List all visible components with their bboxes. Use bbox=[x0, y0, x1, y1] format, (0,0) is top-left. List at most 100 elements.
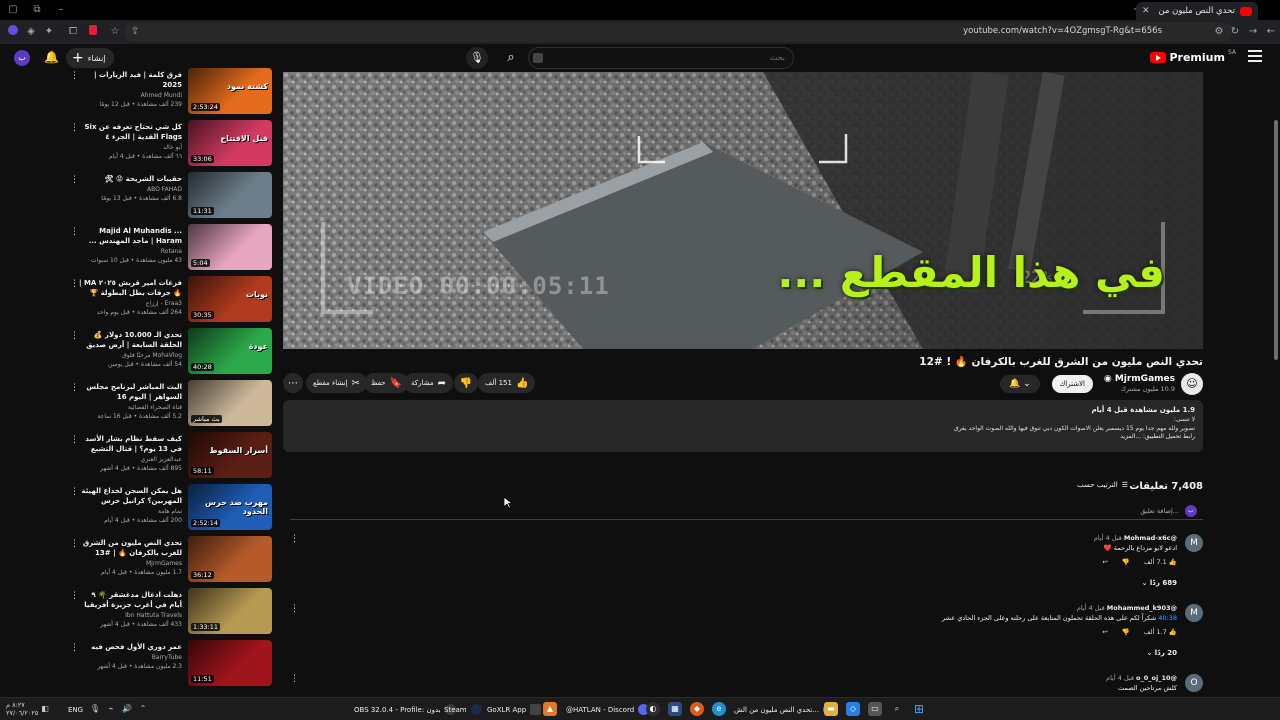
more-vertical-icon[interactable]: ⋮ bbox=[290, 534, 299, 544]
more-actions-button[interactable]: ⋯ bbox=[283, 373, 303, 393]
channel-avatar[interactable]: ☺ bbox=[1181, 373, 1203, 395]
search-input[interactable]: بحث bbox=[528, 47, 794, 69]
more-vertical-icon[interactable]: ⋮ bbox=[70, 487, 79, 497]
recommendation-channel[interactable]: Ahmed Mundi bbox=[78, 91, 182, 100]
recommendation-title[interactable]: البث المباشر لبرنامج مجلس السواهر | اليو… bbox=[78, 382, 182, 402]
more-vertical-icon[interactable]: ⋮ bbox=[70, 435, 79, 445]
reload-icon[interactable]: ↻ bbox=[1228, 25, 1242, 39]
recommendation-title[interactable]: فزعات امير قريش ٢٠٢٥ MA | 🔥 حرفات بطل ال… bbox=[78, 278, 182, 298]
recommendation-title[interactable]: حقيبات الشريحة 😡 🛠 bbox=[78, 174, 182, 184]
more-vertical-icon[interactable]: ⋮ bbox=[70, 331, 79, 341]
add-comment-field[interactable]: ب إضافة تعليق... bbox=[290, 504, 1203, 520]
comment-avatar[interactable]: M bbox=[1185, 534, 1203, 552]
recommendation-channel[interactable]: MohaVlog مرحبًا فلوق bbox=[78, 351, 182, 360]
recommendation-thumbnail[interactable]: عودة 40:28 bbox=[188, 328, 272, 374]
hamburger-menu-icon[interactable] bbox=[1248, 50, 1262, 62]
clip-button[interactable]: ✂ إنشاء مقطع bbox=[306, 373, 367, 393]
recommendation-channel[interactable]: Ibn Hattuta Travels bbox=[78, 611, 182, 620]
save-button[interactable]: 🔖 حفظ bbox=[364, 373, 409, 393]
close-tab-icon[interactable]: ✕ bbox=[1142, 6, 1150, 16]
taskbar-discord[interactable]: @HATLAN - Discord bbox=[566, 702, 650, 717]
recommendation-item[interactable]: أسرار السقوط 58:11 كيف سقط نظام بشار الأسد… bbox=[60, 432, 272, 482]
user-avatar[interactable]: ب bbox=[14, 50, 30, 66]
subscribe-button[interactable]: الاشتراك bbox=[1051, 375, 1093, 393]
file-explorer-icon[interactable]: ▬ bbox=[824, 702, 838, 716]
dislike-button[interactable]: 👎 bbox=[454, 373, 478, 393]
recommendation-channel[interactable]: MjrmGames bbox=[78, 559, 182, 568]
sort-comments-button[interactable]: ☰ الترتيب حسب bbox=[1077, 481, 1128, 489]
comment-like-button[interactable]: 👍 7.1 ألف bbox=[1144, 558, 1177, 566]
comment-reply-button[interactable]: ↩ bbox=[1102, 628, 1107, 636]
back-icon[interactable]: ← bbox=[1264, 25, 1278, 39]
extension-red-icon[interactable] bbox=[86, 25, 100, 39]
extensions-icon[interactable]: ⧠ bbox=[66, 25, 80, 39]
youtube-logo[interactable]: Premium SA bbox=[1150, 49, 1236, 64]
comment-avatar[interactable]: M bbox=[1185, 604, 1203, 622]
recommendation-title[interactable]: هل يمكن السجن لخداع الهيئة المهربين؟ كرا… bbox=[78, 486, 182, 506]
recommendation-channel[interactable]: BarryTube bbox=[78, 653, 182, 662]
more-vertical-icon[interactable]: ⋮ bbox=[70, 279, 79, 289]
brave-browser-icon[interactable]: ◆ bbox=[690, 702, 704, 716]
notification-icon[interactable]: ◧ bbox=[38, 702, 52, 716]
recommendation-item[interactable]: 36:12 تحدي النص مليون من الشرق للغرب بالك… bbox=[60, 536, 272, 586]
recommendation-item[interactable]: نوبات 30:35 فزعات امير قريش ٢٠٢٥ MA | 🔥 حر… bbox=[60, 276, 272, 326]
recommendation-channel[interactable]: عبدالعزيز العنزي bbox=[78, 455, 182, 464]
recommendation-channel[interactable]: قناة الصحراء الفضائية bbox=[78, 403, 182, 412]
comment-author[interactable]: @o_0_oj_10 bbox=[1136, 674, 1177, 682]
more-vertical-icon[interactable]: ⋮ bbox=[290, 674, 299, 684]
comment-dislike-button[interactable]: 👎 bbox=[1122, 558, 1130, 566]
recommendation-item[interactable]: بث مباشر البث المباشر لبرنامج مجلس السواه… bbox=[60, 380, 272, 430]
recommendation-channel[interactable]: Eraa3 - إرزاع bbox=[78, 299, 182, 308]
recommendation-title[interactable]: عمر دوري الأول فحص فيه bbox=[78, 642, 182, 652]
taskbar-obs[interactable]: OBS 32.0.4 - Profile: بدون bbox=[354, 702, 456, 717]
recommendation-title[interactable]: Majid Al Muhandis ... Haram | ماجد المهن… bbox=[78, 226, 182, 246]
language-indicator[interactable]: ENG bbox=[68, 702, 83, 717]
system-clock[interactable]: ٨:٢٧ م ٢٧/٠٦/٢٠٢٥ bbox=[6, 701, 38, 717]
description-box[interactable]: 1.9 مليون مشاهدة قبل 4 أيام لا تنسى: تصو… bbox=[283, 400, 1203, 452]
recommendation-item[interactable]: كشتة نمود 2:53:24 فرق كلمة | فيد الزيارات … bbox=[60, 68, 272, 118]
recommendation-item[interactable]: 5:04 Majid Al Muhandis ... Haram | ماجد ا… bbox=[60, 224, 272, 274]
more-vertical-icon[interactable]: ⋮ bbox=[70, 539, 79, 549]
extension-purple-icon[interactable] bbox=[6, 25, 20, 39]
recommendation-thumbnail[interactable]: مهرب ضد حرس الحدود 2:52:14 bbox=[188, 484, 272, 530]
recommendation-thumbnail[interactable]: 11:51 bbox=[188, 640, 272, 686]
forward-icon[interactable]: → bbox=[1246, 25, 1260, 39]
share-button[interactable]: ➦ مشاركة bbox=[404, 373, 453, 393]
recommendation-item[interactable]: 11:51 عمر دوري الأول فحص فيه BarryTube 2.3 … bbox=[60, 640, 272, 690]
share-page-icon[interactable]: ⇪ bbox=[128, 25, 142, 39]
notifications-bell-icon[interactable]: 🔔 bbox=[44, 50, 59, 64]
recommendation-thumbnail[interactable]: قبل الافتتاح 33:06 bbox=[188, 120, 272, 166]
recommendation-title[interactable]: تحدي الـ 10.000 دولار 💰 الحلقة السابعة |… bbox=[78, 330, 182, 350]
recommendation-thumbnail[interactable]: 36:12 bbox=[188, 536, 272, 582]
recommendation-title[interactable]: فرق كلمة | فيد الزيارات | 2025 bbox=[78, 70, 182, 90]
more-vertical-icon[interactable]: ⋮ bbox=[70, 175, 79, 185]
recommendation-channel[interactable]: Rotana bbox=[78, 247, 182, 256]
comment-timestamp-link[interactable]: 40:38 bbox=[1158, 614, 1177, 622]
app-circle-icon[interactable]: ◐ bbox=[646, 702, 660, 716]
comment-reply-button[interactable]: ↩ bbox=[1102, 558, 1107, 566]
recommendation-item[interactable]: 1:33:11 دهلت ادغال مدغشقر 🌴 ٩ أيام في أغر… bbox=[60, 588, 272, 638]
recommendation-title[interactable]: دهلت ادغال مدغشقر 🌴 ٩ أيام في أغرب جزيرة… bbox=[78, 590, 182, 610]
recommendation-title[interactable]: كل شي تحتاج تعرفه عن Six Flags القدية | … bbox=[78, 122, 183, 142]
microphone-tray-icon[interactable]: 🎙 bbox=[88, 702, 102, 716]
comment-dislike-button[interactable]: 👎 bbox=[1122, 628, 1130, 636]
recommendation-thumbnail[interactable]: كشتة نمود 2:53:24 bbox=[188, 68, 272, 114]
tray-overflow-icon[interactable]: ⌃ bbox=[136, 702, 150, 716]
more-vertical-icon[interactable]: ⋮ bbox=[70, 643, 79, 653]
tab-list-icon[interactable]: ⧉ bbox=[30, 3, 44, 17]
recommendation-channel[interactable]: أبو خالد bbox=[78, 143, 182, 152]
comment-avatar[interactable]: O bbox=[1185, 674, 1203, 692]
recommendation-channel[interactable]: تمام هامة bbox=[78, 507, 182, 516]
more-vertical-icon[interactable]: ⋮ bbox=[70, 227, 79, 237]
comment-author[interactable]: @Mohmad-x6c bbox=[1124, 534, 1177, 542]
comment-replies-toggle[interactable]: 689 ردًا ⌄ bbox=[1142, 579, 1177, 587]
more-vertical-icon[interactable]: ⋮ bbox=[70, 123, 79, 133]
scroll-thumb[interactable] bbox=[1274, 120, 1278, 360]
taskbar-steam[interactable]: Steam bbox=[444, 702, 482, 717]
recommendation-thumbnail[interactable]: 11:31 bbox=[188, 172, 272, 218]
blender-icon[interactable]: ▲ bbox=[543, 702, 557, 716]
site-info-icon[interactable]: ⚙ bbox=[1212, 25, 1226, 39]
channel-name[interactable]: ◉ MjrmGames bbox=[1104, 374, 1175, 384]
comment-author[interactable]: @Mohammed_k903 bbox=[1107, 604, 1177, 612]
recommendation-item[interactable]: عودة 40:28 تحدي الـ 10.000 دولار 💰 الحلقة … bbox=[60, 328, 272, 378]
